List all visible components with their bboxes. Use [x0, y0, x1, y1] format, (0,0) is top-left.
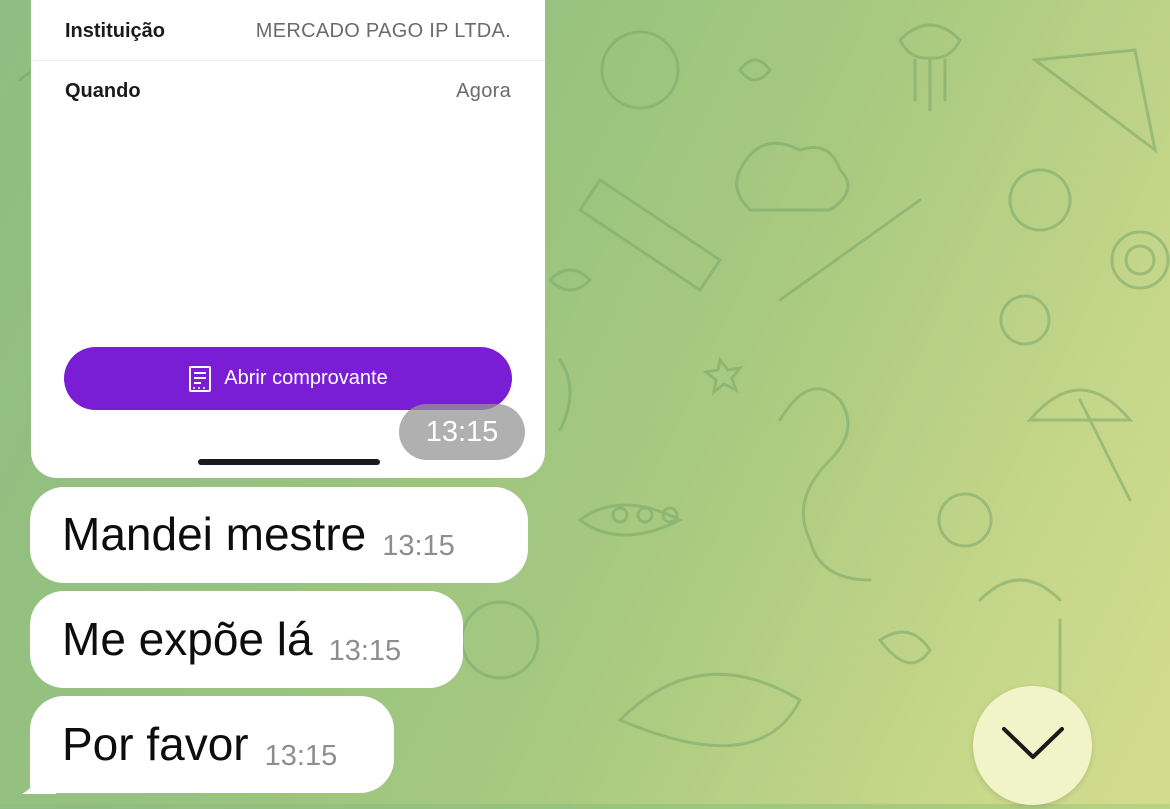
message-bubble[interactable]: Me expõe lá 13:15	[30, 591, 463, 688]
divider	[31, 60, 545, 61]
institution-row: Instituição MERCADO PAGO IP LTDA.	[65, 20, 511, 43]
open-receipt-label: Abrir comprovante	[224, 367, 388, 389]
institution-value: MERCADO PAGO IP LTDA.	[255, 20, 511, 42]
message-text: Mandei mestre	[62, 508, 367, 560]
when-row: Quando Agora	[65, 80, 511, 103]
message-time: 13:15	[328, 635, 402, 667]
receipt-icon	[188, 365, 212, 393]
message-text: Me expõe lá	[62, 613, 313, 665]
message-time: 13:15	[382, 530, 455, 562]
scroll-to-bottom-button[interactable]	[973, 686, 1092, 805]
chevron-down-icon	[1001, 726, 1065, 765]
message-bubble[interactable]: Por favor 13:15	[30, 696, 394, 793]
when-value: Agora	[456, 80, 511, 102]
bubble-tail	[22, 760, 56, 794]
home-indicator	[198, 459, 380, 465]
message-time: 13:15	[264, 740, 338, 772]
payment-receipt-card: Instituição MERCADO PAGO IP LTDA. Quando…	[31, 0, 545, 478]
message-bubble[interactable]: Mandei mestre 13:15	[30, 487, 528, 583]
when-label: Quando	[65, 80, 141, 102]
card-timestamp: 13:15	[399, 404, 525, 460]
message-text: Por favor	[62, 718, 249, 770]
institution-label: Instituição	[65, 20, 166, 42]
open-receipt-button[interactable]: Abrir comprovante	[64, 347, 512, 410]
